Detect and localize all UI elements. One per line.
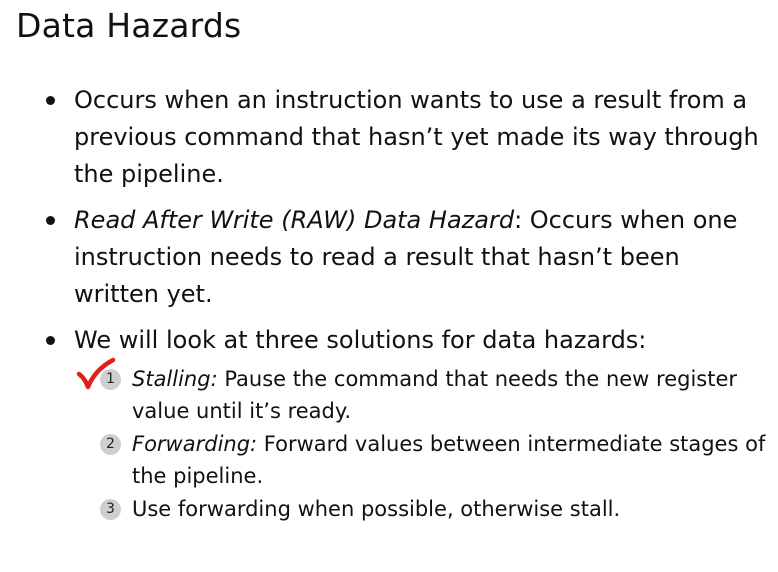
solution-item-hybrid: 3 Use forwarding when possible, otherwis… (74, 493, 768, 525)
bullet-item: Occurs when an instruction wants to use … (46, 82, 768, 193)
bullet-dot-icon (46, 216, 55, 225)
number-badge: 2 (100, 434, 121, 455)
bullet-item: We will look at three solutions for data… (46, 322, 768, 525)
slide: Data Hazards Occurs when an instruction … (0, 0, 778, 572)
bullet-list: Occurs when an instruction wants to use … (46, 82, 768, 534)
solution-item-stalling: 1 Stalling: Pause the command that needs… (74, 357, 768, 427)
number-badge: 3 (100, 499, 121, 520)
bullet-text: Occurs when an instruction wants to use … (74, 86, 759, 188)
bullet-item: Read After Write (RAW) Data Hazard: Occu… (46, 202, 768, 313)
number-badge: 1 (100, 369, 121, 390)
bullet-term: Read After Write (RAW) Data Hazard (74, 206, 515, 234)
solution-term: Stalling: (132, 367, 218, 391)
slide-title: Data Hazards (16, 6, 242, 45)
solution-text: Use forwarding when possible, otherwise … (132, 497, 621, 521)
bullet-dot-icon (46, 96, 55, 105)
solution-term: Forwarding: (132, 432, 258, 456)
solution-item-forwarding: 2 Forwarding: Forward values between int… (74, 428, 768, 492)
solution-text: Pause the command that needs the new reg… (132, 367, 738, 423)
solutions-list: 1 Stalling: Pause the command that needs… (74, 357, 768, 525)
bullet-dot-icon (46, 336, 55, 345)
bullet-text: We will look at three solutions for data… (74, 326, 647, 354)
